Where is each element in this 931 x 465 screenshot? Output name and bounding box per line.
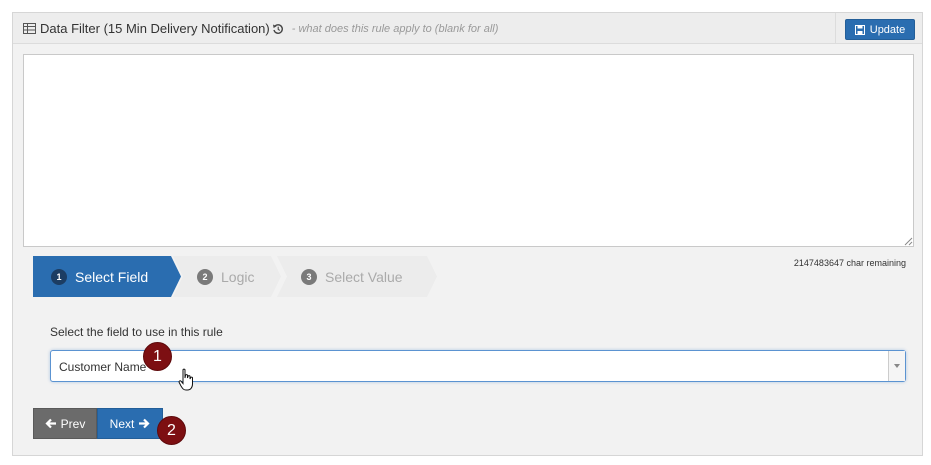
step-label: Select Value	[325, 268, 403, 285]
table-icon	[23, 23, 36, 34]
step-number-badge: 1	[51, 268, 67, 285]
update-button-label: Update	[869, 23, 906, 36]
hand-pointer-icon	[178, 368, 193, 391]
next-button-label: Next	[109, 416, 135, 431]
step-label: Logic	[221, 268, 255, 285]
next-button[interactable]: Next	[97, 408, 163, 439]
field-select-value: Customer Name	[59, 360, 147, 374]
callout-marker-2: 2	[157, 416, 186, 445]
step-number-badge: 3	[301, 268, 317, 285]
step-number-badge: 2	[197, 268, 213, 285]
step-label: Select Field	[75, 268, 149, 285]
panel-header-left: Data Filter (15 Min Delivery Notificatio…	[23, 21, 498, 36]
wizard-step-select-field[interactable]: 1 Select Field	[33, 256, 181, 297]
panel-hint: - what does this rule apply to (blank fo…	[291, 22, 499, 35]
resize-grip-icon[interactable]	[904, 237, 913, 246]
field-select-prompt: Select the field to use in this rule	[50, 325, 223, 339]
wizard-step-logic[interactable]: 2 Logic	[173, 256, 281, 297]
data-filter-panel: Data Filter (15 Min Delivery Notificatio…	[12, 12, 923, 456]
header-divider	[835, 13, 836, 43]
callout-marker-1: 1	[143, 342, 172, 371]
wizard-steps: 1 Select Field 2 Logic 3 Select Value	[33, 256, 443, 297]
wizard-step-select-value[interactable]: 3 Select Value	[277, 256, 437, 297]
update-button[interactable]: Update	[845, 19, 915, 40]
panel-header: Data Filter (15 Min Delivery Notificatio…	[13, 13, 922, 44]
history-icon[interactable]	[272, 23, 284, 35]
caret-down-icon	[894, 364, 900, 368]
rule-text-area[interactable]	[23, 54, 914, 247]
panel-title: Data Filter (15 Min Delivery Notificatio…	[40, 21, 270, 36]
prev-button-label: Prev	[60, 416, 86, 431]
prev-button[interactable]: Prev	[33, 408, 97, 439]
dropdown-toggle[interactable]	[888, 351, 905, 381]
char-remaining-counter: 2147483647 char remaining	[793, 258, 906, 268]
arrow-right-icon	[139, 418, 150, 429]
arrow-left-icon	[45, 418, 56, 429]
save-icon	[854, 24, 865, 35]
